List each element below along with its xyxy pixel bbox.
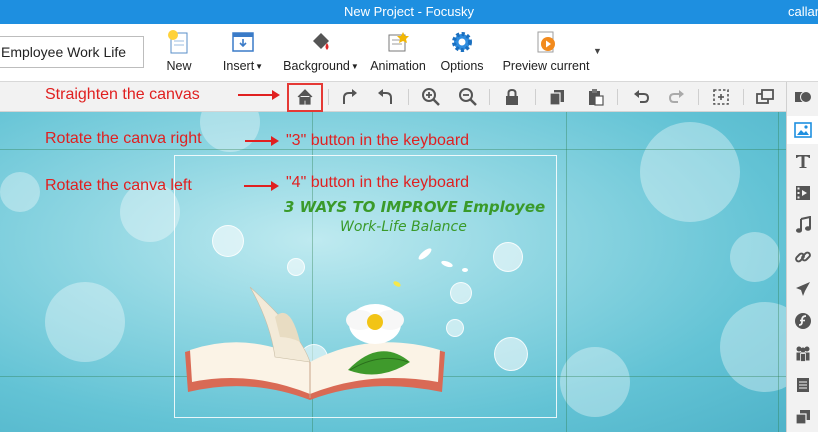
title-bar: New Project - Focusky callan	[0, 0, 818, 24]
options-label: Options	[440, 59, 484, 73]
window-title: New Project - Focusky	[343, 4, 475, 19]
chevron-down-icon: ▼	[350, 62, 359, 71]
people-icon[interactable]	[794, 344, 812, 362]
plane-icon[interactable]	[794, 280, 812, 298]
home-icon[interactable]	[294, 86, 316, 108]
path-circle[interactable]	[212, 225, 244, 257]
bokeh-light	[200, 112, 260, 152]
slide-title-line2[interactable]: Work-Life Balance	[340, 219, 467, 235]
ribbon: Employee Work Life New Insert▼ Backgroun…	[0, 24, 818, 82]
preview-current-button[interactable]: Preview current	[500, 29, 592, 73]
annotation-arrow	[238, 90, 280, 100]
path-circle[interactable]	[287, 258, 305, 276]
preview-icon	[533, 29, 559, 55]
separator	[743, 89, 744, 105]
annotation-key4: "4" button in the keyboard	[286, 174, 470, 191]
flash-icon[interactable]	[794, 312, 812, 330]
new-button[interactable]: New	[163, 29, 195, 73]
separator	[535, 89, 536, 105]
link-icon[interactable]	[794, 248, 812, 266]
bokeh-light	[640, 122, 740, 222]
video-icon[interactable]	[794, 184, 812, 202]
annotation-arrow	[244, 181, 279, 191]
separator	[698, 89, 699, 105]
insert-icon	[230, 29, 256, 55]
paint-bucket-icon	[308, 29, 334, 55]
animation-icon	[385, 29, 411, 55]
bokeh-light	[45, 282, 125, 362]
gear-icon	[449, 29, 475, 55]
bokeh-light	[560, 347, 630, 417]
editing-canvas[interactable]: 3 WAYS TO IMPROVE Employee Work-Life Bal…	[0, 112, 786, 432]
new-icon	[166, 29, 192, 55]
annotation-key3: "3" button in the keyboard	[286, 132, 470, 149]
bokeh-light	[720, 302, 786, 392]
annotation-rotate-right: Rotate the canva right	[45, 130, 202, 147]
annotation-rotate-left: Rotate the canva left	[45, 177, 192, 194]
new-label: New	[166, 59, 192, 73]
more-dropdown-icon[interactable]: ▼	[593, 46, 602, 56]
insert-button[interactable]: Insert▼	[221, 29, 265, 73]
copy-icon[interactable]	[546, 86, 568, 108]
music-icon[interactable]	[794, 215, 812, 234]
undo-icon[interactable]	[630, 86, 652, 108]
rotate-left-icon[interactable]	[375, 86, 397, 108]
background-button[interactable]: Background▼	[281, 29, 361, 73]
annotation-arrow	[245, 136, 279, 146]
layers-icon[interactable]	[794, 408, 812, 426]
image-icon[interactable]	[794, 121, 812, 139]
separator	[489, 89, 490, 105]
separator	[328, 89, 329, 105]
zoom-in-icon[interactable]	[420, 86, 442, 108]
annotation-straighten: Straighten the canvas	[45, 86, 200, 103]
petals-decoration	[393, 248, 468, 287]
user-name[interactable]: callan	[788, 4, 818, 19]
text-icon[interactable]	[794, 152, 812, 170]
options-button[interactable]: Options	[438, 29, 486, 73]
shapes-icon[interactable]	[794, 88, 812, 106]
preview-label: Preview current	[502, 59, 590, 73]
slides-icon[interactable]	[794, 376, 812, 394]
lock-icon[interactable]	[501, 86, 523, 108]
path-circle[interactable]	[493, 242, 523, 272]
insert-label: Insert	[222, 59, 255, 73]
animation-label: Animation	[370, 59, 426, 73]
book-flower-illustration[interactable]	[180, 282, 450, 407]
grid-line	[566, 112, 567, 432]
select-area-icon[interactable]	[710, 86, 732, 108]
bokeh-light	[730, 232, 780, 282]
paste-icon[interactable]	[585, 86, 607, 108]
background-label: Background	[283, 59, 350, 73]
project-name-field[interactable]: Employee Work Life	[0, 36, 144, 68]
redo-icon[interactable]	[666, 86, 688, 108]
zoom-out-icon[interactable]	[457, 86, 479, 108]
animation-button[interactable]: Animation	[368, 29, 428, 73]
grid-line	[778, 112, 779, 432]
window-icon[interactable]	[754, 86, 776, 108]
path-circle[interactable]	[494, 337, 528, 371]
separator	[408, 89, 409, 105]
slide-title-line1[interactable]: 3 WAYS TO IMPROVE Employee	[284, 198, 545, 216]
bokeh-light	[0, 172, 40, 212]
separator	[617, 89, 618, 105]
rotate-right-icon[interactable]	[338, 86, 360, 108]
right-sidebar	[786, 82, 818, 432]
chevron-down-icon: ▼	[255, 62, 264, 71]
